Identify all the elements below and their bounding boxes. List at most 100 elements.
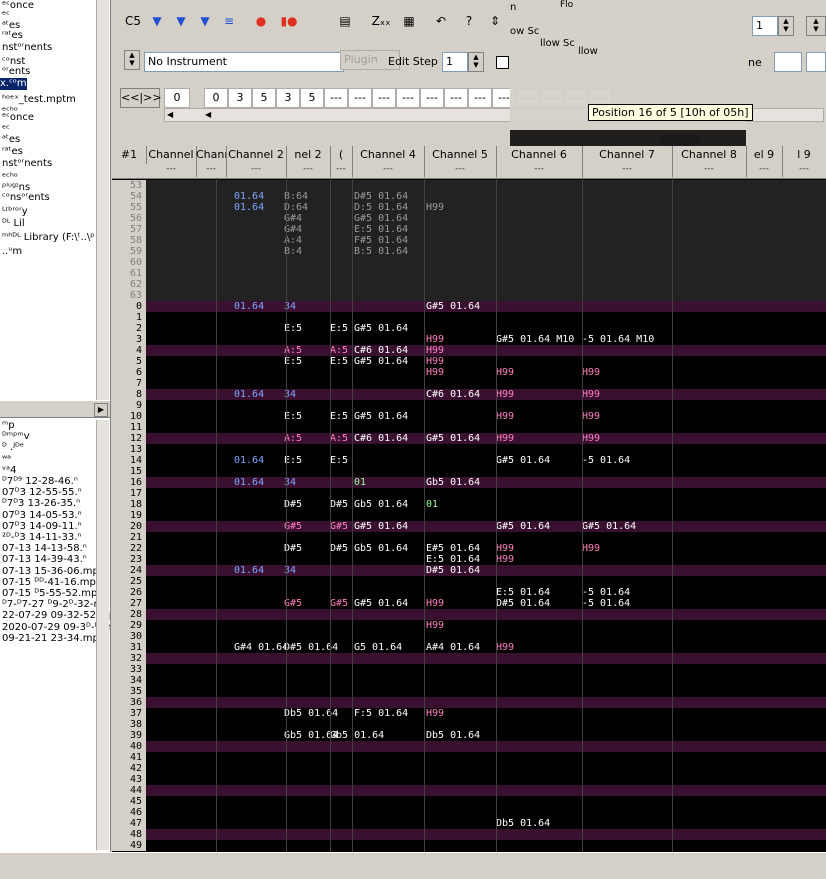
pattern-cell[interactable]: E:5 [330,455,348,466]
pattern-cell[interactable]: D#5 01.64 [426,565,480,576]
help-icon[interactable]: ? [458,10,480,32]
pattern-cell[interactable]: H99 [496,543,514,554]
pattern-cell[interactable]: -5 01.64 M10 [582,334,654,345]
pattern-row[interactable] [146,510,826,521]
pattern-row[interactable] [146,235,826,246]
pattern-cell[interactable]: 01.64 [234,301,264,312]
pattern-row[interactable] [146,367,826,378]
pattern-cell[interactable]: Gb5 01.64 [354,499,408,510]
pattern-row[interactable] [146,521,826,532]
file-list[interactable]: ᵐp ᴰᵐᵖᵐv ᴰ .ᴶᴰᵉ ʷᵃ ᵛᵃ4 ᴰ7ᴰ⁹ 12-28-46.ⁿ 07ᴰ3 12… [0,420,110,850]
zxx-icon[interactable]: Zₓₓ [370,10,392,32]
file-item[interactable]: ᴰ7ᴰ⁹ 12-28-46.ⁿ [2,476,78,487]
pattern-cell[interactable]: D#5 01.64 [354,191,408,202]
pattern-row[interactable] [146,730,826,741]
tempo-spinner[interactable]: ▲ ▼ [806,16,826,36]
pattern-cell[interactable]: H99 [426,202,444,213]
pattern-row[interactable] [146,554,826,565]
pattern-cell[interactable]: H99 [426,598,444,609]
pattern-cell[interactable]: C#6 01.64 [354,345,408,356]
pattern-row[interactable] [146,675,826,686]
channel-name[interactable]: nel 2 [286,146,331,164]
note-c5-icon[interactable]: C5 [122,10,144,32]
pattern-cell[interactable]: A#4 01.64 [426,642,480,653]
pattern-row[interactable] [146,356,826,367]
file-scrollbar[interactable] [96,420,109,850]
scroll-right-icon[interactable]: ▶ [94,403,108,417]
arrow-down-double-icon[interactable]: ▼ [170,10,192,32]
order-cell[interactable]: --- [396,88,420,108]
pattern-cell[interactable]: G#5 01.64 [354,356,408,367]
pattern-cell[interactable]: G#5 01.64 [354,521,408,532]
tree-item[interactable]: ʳᵃᵗes [2,146,23,158]
pattern-cell[interactable]: H99 [426,620,444,631]
pattern-row[interactable] [146,708,826,719]
tree-item[interactable]: ᵐʰᴰᴸ Library (F:\ᵗ..\ᵖ [2,232,95,244]
file-item[interactable]: ²ᴰ-ᴰ3 14-11-33.ⁿ [2,532,81,543]
pattern-row[interactable] [146,466,826,477]
edit-step-spinner[interactable]: ▲ ▼ [468,52,484,72]
channel-name[interactable]: Channel 4 [352,146,425,164]
tree-item[interactable]: ᵃᵗes [2,134,20,146]
pattern-cell[interactable]: G#5 01.64 [582,521,636,532]
pattern-cell[interactable]: E:5 01.64 [426,554,480,565]
pattern-cell[interactable]: D#5 [330,499,348,510]
pattern-cell[interactable]: E#5 01.64 [426,543,480,554]
pattern-cell[interactable]: -5 01.64 [582,455,630,466]
pattern-row[interactable] [146,224,826,235]
pattern-row[interactable] [146,180,826,191]
arrow-down-c5-icon[interactable]: ▼ [194,10,216,32]
file-item[interactable]: 07ᴰ3 14-05-53.ⁿ [2,510,82,521]
pattern-row[interactable] [146,840,826,851]
pattern-cell[interactable]: G#5 01.64 [354,323,408,334]
pattern-row[interactable] [146,697,826,708]
pattern-cell[interactable]: G#5 01.64 [496,455,550,466]
pattern-cell[interactable]: Db5 01.64 [496,818,550,829]
pattern-cell[interactable]: D#5 [330,543,348,554]
pattern-cell[interactable]: E:5 [330,356,348,367]
pattern-row[interactable] [146,499,826,510]
pattern-cell[interactable]: G#5 01.64 [354,411,408,422]
pattern-cell[interactable]: H99 [582,411,600,422]
pattern-cell[interactable]: G#5 [330,598,348,609]
pattern-row[interactable] [146,422,826,433]
speed-spinner[interactable]: ▲ ▼ [778,16,794,36]
name-field[interactable] [774,52,802,72]
file-item[interactable]: ᴰ .ᴶᴰᵉ [2,442,24,453]
channel-name[interactable]: Channel [196,146,227,164]
pattern-row[interactable] [146,444,826,455]
pattern-cell[interactable]: F:5 01.64 [354,708,408,719]
tree-scrollbar[interactable] [96,0,109,400]
pattern-cell[interactable]: H99 [496,367,514,378]
tree-item[interactable]: ᶜᵒnsᵒʳents [2,192,50,204]
arrow-zigzag-icon[interactable]: ≡ [218,10,240,32]
order-cell[interactable]: --- [468,88,492,108]
pattern-cell[interactable]: H99 [582,389,600,400]
pattern-row[interactable] [146,279,826,290]
order-cell[interactable]: --- [348,88,372,108]
pattern-cell[interactable]: E:5 [330,323,348,334]
vu-record-icon[interactable]: ▮● [278,10,300,32]
record-icon[interactable]: ● [250,10,272,32]
file-item[interactable]: 07-13 15-36-06.mp [2,566,99,577]
tree-item[interactable]: ..ᵘm [2,246,22,258]
channel-name[interactable]: Channel 5 [424,146,497,164]
pattern-cell[interactable]: G#4 01.64 [234,642,288,653]
channel-name[interactable]: Channel 2 [226,146,287,164]
file-item[interactable]: ʷᵃ [2,454,11,465]
file-item[interactable]: ᵛᵃ4 [2,465,16,476]
order-cell[interactable]: 0 [204,88,228,108]
pattern-cell[interactable]: 01 [354,477,366,488]
pattern-row[interactable] [146,631,826,642]
pattern-cell[interactable]: H99 [496,411,514,422]
pattern-cell[interactable]: D:5 01.64 [354,202,408,213]
instrument-select[interactable]: No Instrument [144,52,344,72]
pattern-row[interactable] [146,378,826,389]
pattern-row[interactable] [146,488,826,499]
pattern-row[interactable] [146,345,826,356]
pattern-row[interactable] [146,807,826,818]
pattern-row[interactable] [146,532,826,543]
pattern-cell[interactable]: H99 [582,433,600,444]
pattern-row[interactable] [146,829,826,840]
tree-item[interactable]: ᴸᶦᵇʳᵒʳy [2,206,28,218]
